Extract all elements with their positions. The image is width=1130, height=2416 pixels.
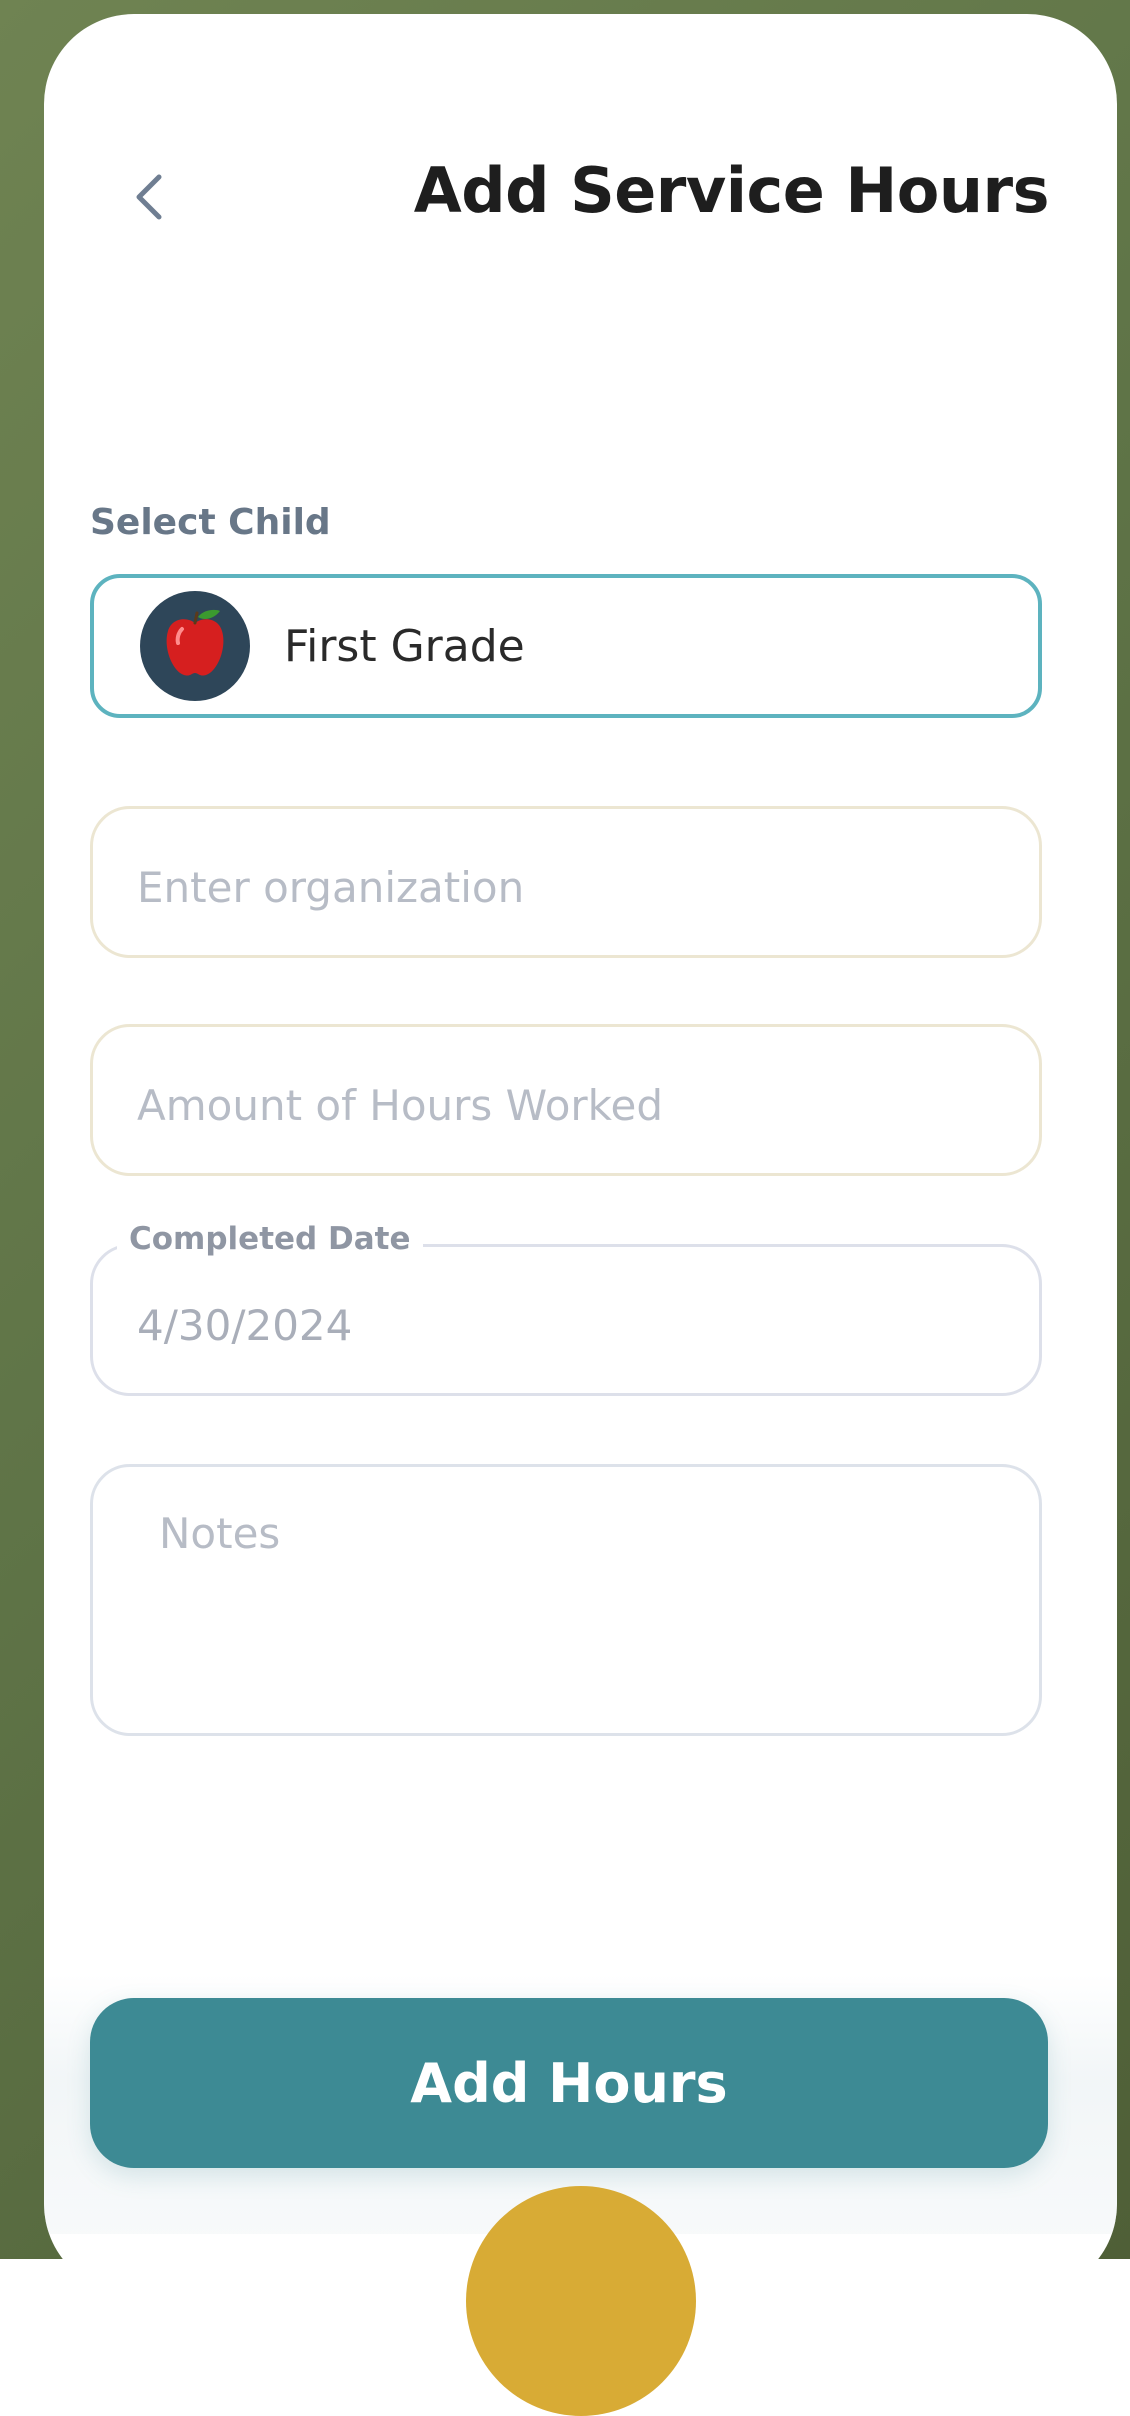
apple-icon <box>160 607 230 685</box>
select-child-label: Select Child <box>90 502 331 543</box>
chevron-left-icon <box>129 169 169 229</box>
hours-field-container <box>90 1024 1042 1176</box>
center-tab-button[interactable] <box>466 2186 696 2416</box>
completed-date-label: Completed Date <box>117 1221 423 1257</box>
notes-textarea[interactable] <box>159 1509 1009 1709</box>
back-button[interactable] <box>114 164 184 234</box>
screen-card: Add Service Hours Select Child First Gra… <box>44 14 1117 2294</box>
hours-input[interactable] <box>137 1077 1009 1133</box>
child-selector[interactable]: First Grade <box>90 574 1042 718</box>
organization-input[interactable] <box>137 859 1009 915</box>
selected-child-name: First Grade <box>284 620 525 672</box>
completed-date-field-container: Completed Date <box>90 1221 1042 1396</box>
avatar <box>140 591 250 701</box>
page-title: Add Service Hours <box>413 154 1050 227</box>
completed-date-input[interactable] <box>137 1297 1009 1353</box>
organization-field-container <box>90 806 1042 958</box>
add-hours-button[interactable]: Add Hours <box>90 1998 1048 2168</box>
notes-field-container <box>90 1464 1042 1736</box>
